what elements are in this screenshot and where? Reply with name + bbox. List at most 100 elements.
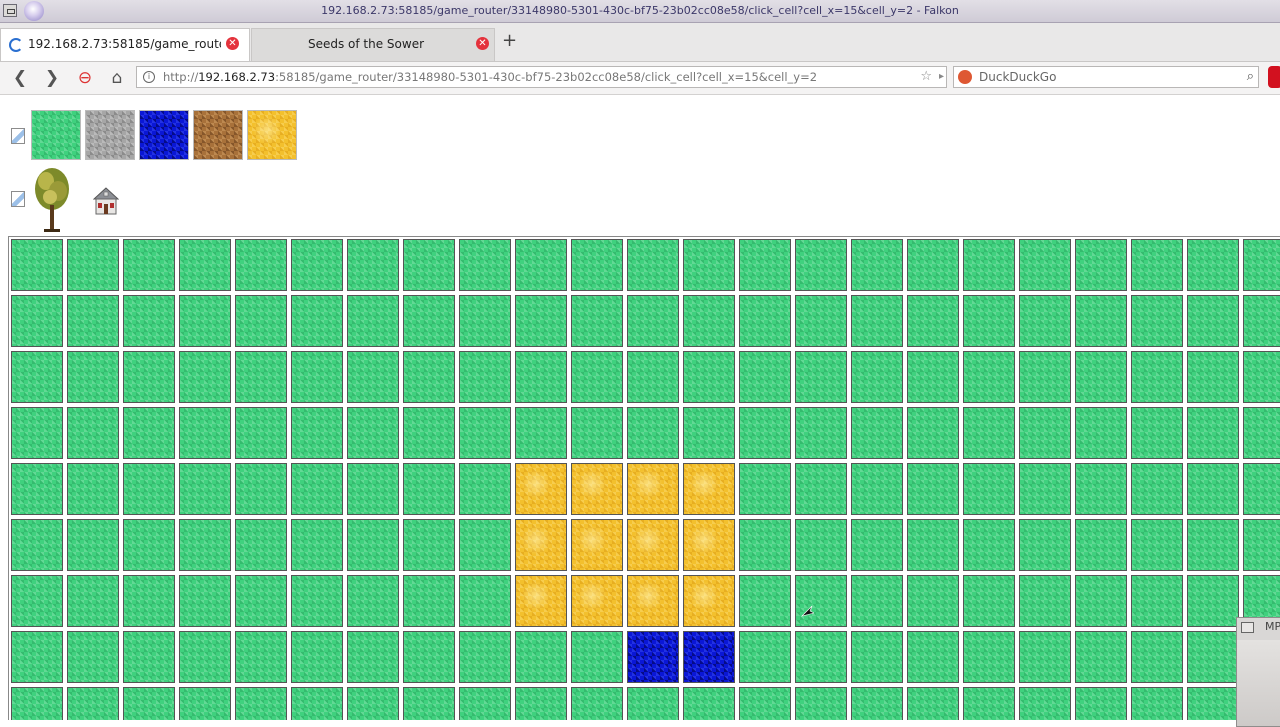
url-text[interactable]: http://192.168.2.73:58185/game_router/33… <box>163 67 903 87</box>
grid-cell-grass[interactable] <box>1131 519 1183 571</box>
grid-cell-grass[interactable] <box>1243 407 1280 459</box>
back-button[interactable]: ❮ <box>9 67 31 89</box>
grid-cell-grass[interactable] <box>515 407 567 459</box>
grid-cell-grass[interactable] <box>179 407 231 459</box>
grid-cell-grass[interactable] <box>11 463 63 515</box>
grid-cell-grass[interactable] <box>1131 463 1183 515</box>
grid-cell-water[interactable] <box>683 631 735 683</box>
grid-cell-grass[interactable] <box>907 295 959 347</box>
grid-cell-grass[interactable] <box>123 295 175 347</box>
grid-cell-grass[interactable] <box>1187 463 1239 515</box>
grid-cell-grass[interactable] <box>1075 631 1127 683</box>
grid-cell-grass[interactable] <box>347 463 399 515</box>
grid-cell-grass[interactable] <box>67 463 119 515</box>
grid-cell-grass[interactable] <box>67 575 119 627</box>
grid-cell-grass[interactable] <box>907 239 959 291</box>
grid-cell-grass[interactable] <box>907 575 959 627</box>
grid-cell-grass[interactable] <box>1187 407 1239 459</box>
grid-cell-grass[interactable] <box>1131 575 1183 627</box>
grid-cell-grass[interactable] <box>67 239 119 291</box>
grid-cell-sand[interactable] <box>627 463 679 515</box>
grid-cell-grass[interactable] <box>795 519 847 571</box>
grid-cell-grass[interactable] <box>1187 575 1239 627</box>
palette-tile-stone[interactable] <box>85 110 135 160</box>
grid-cell-grass[interactable] <box>67 519 119 571</box>
grid-cell-grass[interactable] <box>11 631 63 683</box>
grid-cell-grass[interactable] <box>851 519 903 571</box>
grid-cell-grass[interactable] <box>1131 295 1183 347</box>
grid-cell-grass[interactable] <box>739 407 791 459</box>
grid-cell-grass[interactable] <box>683 687 735 720</box>
grid-cell-grass[interactable] <box>11 351 63 403</box>
grid-cell-grass[interactable] <box>235 463 287 515</box>
grid-cell-grass[interactable] <box>851 295 903 347</box>
search-bar[interactable]: DuckDuckGo ⌕ <box>953 66 1259 88</box>
bookmark-star-icon[interactable]: ☆ <box>920 67 932 87</box>
grid-cell-grass[interactable] <box>1243 463 1280 515</box>
grid-cell-grass[interactable] <box>1187 519 1239 571</box>
address-bar[interactable]: i http://192.168.2.73:58185/game_router/… <box>136 66 947 88</box>
stop-loading-button[interactable]: ⊖ <box>74 67 96 89</box>
grid-cell-grass[interactable] <box>1131 239 1183 291</box>
grid-cell-grass[interactable] <box>1187 631 1239 683</box>
grid-cell-grass[interactable] <box>459 407 511 459</box>
grid-cell-grass[interactable] <box>459 631 511 683</box>
grid-cell-grass[interactable] <box>1131 407 1183 459</box>
grid-cell-grass[interactable] <box>571 295 623 347</box>
grid-cell-grass[interactable] <box>739 239 791 291</box>
grid-cell-sand[interactable] <box>515 463 567 515</box>
grid-cell-grass[interactable] <box>795 575 847 627</box>
grid-cell-grass[interactable] <box>571 407 623 459</box>
forward-button[interactable]: ❯ <box>41 67 63 89</box>
grid-cell-grass[interactable] <box>459 463 511 515</box>
grid-cell-grass[interactable] <box>235 687 287 720</box>
grid-cell-grass[interactable] <box>347 295 399 347</box>
grid-cell-grass[interactable] <box>739 351 791 403</box>
grid-cell-grass[interactable] <box>683 295 735 347</box>
grid-cell-grass[interactable] <box>403 463 455 515</box>
grid-cell-grass[interactable] <box>963 463 1015 515</box>
grid-cell-grass[interactable] <box>291 687 343 720</box>
grid-cell-grass[interactable] <box>123 407 175 459</box>
grid-cell-grass[interactable] <box>67 295 119 347</box>
site-info-icon[interactable]: i <box>143 71 155 83</box>
grid-cell-grass[interactable] <box>403 295 455 347</box>
grid-cell-grass[interactable] <box>1075 687 1127 720</box>
grid-cell-grass[interactable] <box>291 407 343 459</box>
grid-cell-grass[interactable] <box>403 351 455 403</box>
grid-cell-grass[interactable] <box>459 575 511 627</box>
house-icon[interactable] <box>93 186 119 216</box>
grid-cell-grass[interactable] <box>1075 407 1127 459</box>
grid-cell-grass[interactable] <box>235 239 287 291</box>
grid-cell-grass[interactable] <box>907 519 959 571</box>
grid-cell-grass[interactable] <box>1019 519 1071 571</box>
grid-cell-sand[interactable] <box>571 463 623 515</box>
grid-cell-grass[interactable] <box>795 687 847 720</box>
grid-cell-grass[interactable] <box>123 351 175 403</box>
grid-cell-grass[interactable] <box>67 407 119 459</box>
grid-cell-grass[interactable] <box>851 351 903 403</box>
grid-cell-grass[interactable] <box>515 687 567 720</box>
grid-cell-grass[interactable] <box>403 239 455 291</box>
grid-cell-grass[interactable] <box>795 463 847 515</box>
grid-cell-grass[interactable] <box>403 631 455 683</box>
grid-cell-grass[interactable] <box>963 407 1015 459</box>
grid-cell-grass[interactable] <box>11 239 63 291</box>
grid-cell-grass[interactable] <box>795 295 847 347</box>
grid-cell-grass[interactable] <box>67 687 119 720</box>
grid-cell-grass[interactable] <box>1075 351 1127 403</box>
window-menu-button[interactable] <box>1241 622 1254 633</box>
extension-icon[interactable] <box>1268 66 1280 88</box>
grid-cell-grass[interactable] <box>67 631 119 683</box>
grid-cell-sand[interactable] <box>683 463 735 515</box>
grid-cell-grass[interactable] <box>571 687 623 720</box>
grid-cell-grass[interactable] <box>291 575 343 627</box>
grid-cell-grass[interactable] <box>795 351 847 403</box>
close-tab-icon[interactable]: ✕ <box>226 37 239 50</box>
grid-cell-grass[interactable] <box>683 351 735 403</box>
grid-cell-grass[interactable] <box>907 631 959 683</box>
grid-cell-grass[interactable] <box>179 575 231 627</box>
grid-cell-sand[interactable] <box>683 519 735 571</box>
grid-cell-grass[interactable] <box>907 687 959 720</box>
grid-cell-water[interactable] <box>627 631 679 683</box>
